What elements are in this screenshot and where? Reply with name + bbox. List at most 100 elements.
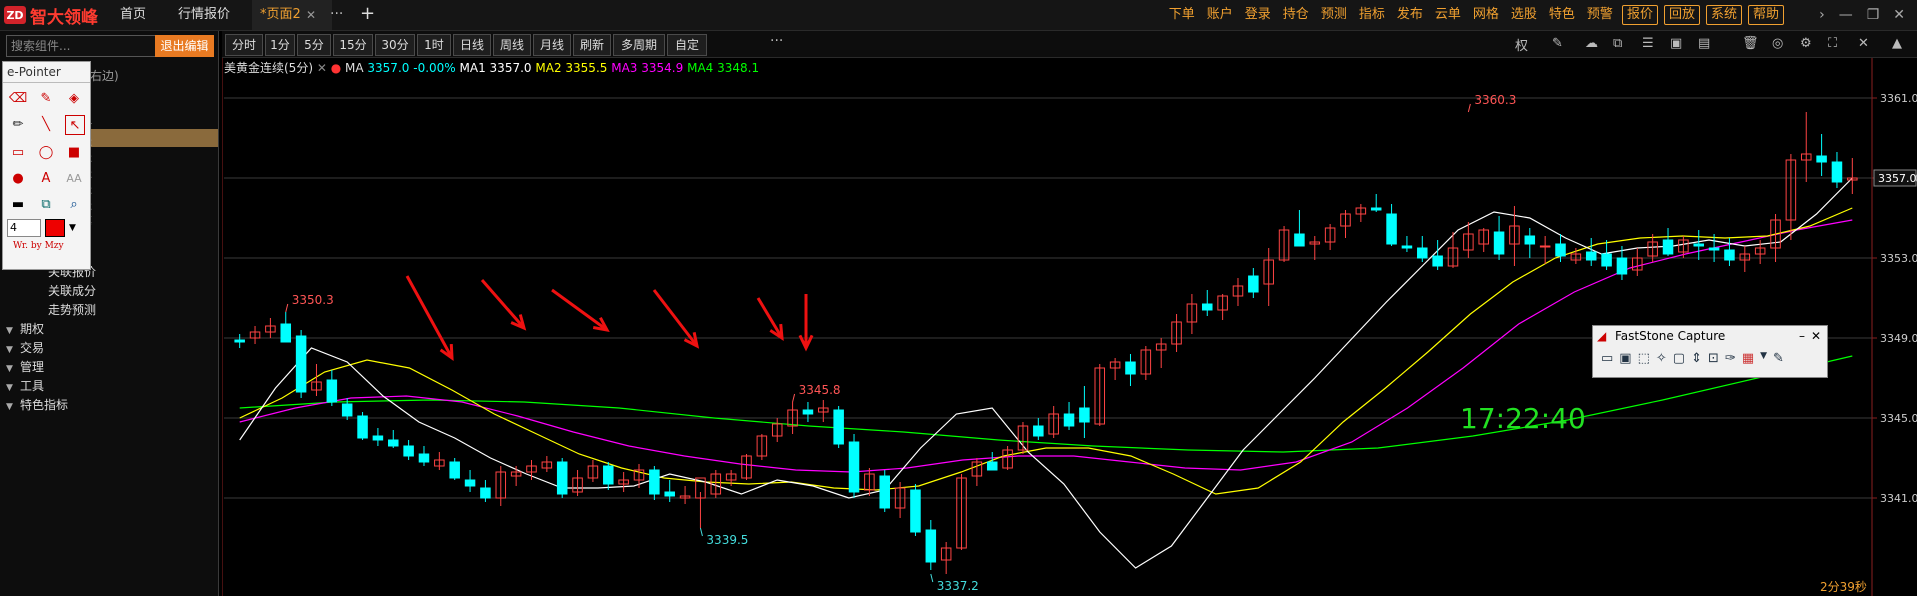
window-icon[interactable]: ▤ <box>1698 36 1710 51</box>
minimize-icon[interactable]: — <box>1839 7 1853 23</box>
gear-icon[interactable]: ⚙ <box>1800 36 1812 51</box>
capture-scroll-icon[interactable]: ⇕ <box>1691 351 1702 366</box>
menu-item[interactable]: 账户 <box>1201 0 1239 30</box>
screen-icon[interactable]: ⧉ <box>37 195 55 213</box>
exit-edit-button[interactable]: 退出编辑 <box>155 35 214 57</box>
related-item[interactable]: 关联成分 <box>48 282 96 300</box>
menu-item[interactable]: 持仓 <box>1277 0 1315 30</box>
copy-icon[interactable]: ⧉ <box>1613 36 1622 51</box>
chevron-down-icon[interactable]: ▼ <box>1760 351 1767 366</box>
line-width-select[interactable]: 4 <box>7 219 41 237</box>
period-button[interactable]: 多周期 <box>613 34 665 56</box>
chevron-down-icon[interactable]: ▼ <box>6 322 20 340</box>
menu-item-boxed[interactable]: 报价 <box>1621 5 1658 25</box>
menu-item[interactable]: 预警 <box>1581 0 1619 30</box>
rectangle-icon[interactable]: ▭ <box>9 143 27 161</box>
component-search-input[interactable]: 搜索组件... <box>6 35 160 57</box>
zoom-icon[interactable]: ⌕ <box>65 195 83 213</box>
tree-item[interactable]: ▼ 工具 <box>6 377 44 395</box>
close-tab-icon[interactable]: ✕ <box>306 8 316 22</box>
menu-item[interactable]: 预测 <box>1315 0 1353 30</box>
maximize-icon[interactable]: ❐ <box>1867 7 1880 23</box>
period-button[interactable]: 15分 <box>333 34 373 56</box>
highlighter-icon[interactable]: ▬ <box>9 195 27 213</box>
menu-item-boxed[interactable]: 帮助 <box>1747 5 1784 25</box>
settings-icon[interactable]: ✎ <box>1773 351 1784 366</box>
pen-icon[interactable]: ✏ <box>9 115 27 133</box>
period-button[interactable]: 1分 <box>265 34 295 56</box>
capture-window-icon[interactable]: ▭ <box>1601 351 1613 366</box>
output-icon[interactable]: ▦ <box>1742 351 1754 366</box>
line-icon[interactable]: ╲ <box>37 115 55 133</box>
tree-item[interactable]: ▼ 管理 <box>6 358 44 376</box>
related-item[interactable]: 走势预测 <box>48 301 96 319</box>
menu-item-boxed[interactable]: 系统 <box>1705 5 1742 25</box>
tree-item[interactable]: ▼ 期权 <box>6 320 44 338</box>
period-button[interactable]: 月线 <box>533 34 571 56</box>
faststone-title-bar[interactable]: ◢ FastStone Capture – ✕ <box>1593 326 1827 346</box>
capture-object-icon[interactable]: ▣ <box>1619 351 1631 366</box>
period-button[interactable]: 分时 <box>225 34 263 56</box>
close-legend-icon[interactable]: ✕ <box>317 61 331 75</box>
record-icon[interactable]: ⊡ <box>1708 351 1719 366</box>
tab-home[interactable]: 首页 <box>112 0 154 30</box>
app-logo[interactable]: ZD 智大领峰 <box>0 0 110 30</box>
period-button[interactable]: 1时 <box>417 34 451 56</box>
rights-button[interactable]: 权 <box>1515 35 1528 54</box>
ellipse-icon[interactable]: ◯ <box>37 143 55 161</box>
period-button[interactable]: 5分 <box>297 34 331 56</box>
font-size-icon[interactable]: AA <box>65 169 83 187</box>
menu-item[interactable]: 下单 <box>1163 0 1201 30</box>
menu-item-boxed[interactable]: 回放 <box>1663 5 1700 25</box>
menu-item[interactable]: 指标 <box>1353 0 1391 30</box>
close-pane-icon[interactable]: ✕ <box>1858 36 1869 51</box>
menu-item[interactable]: 选股 <box>1505 0 1543 30</box>
more-icon[interactable]: ··· <box>770 33 783 49</box>
save-icon[interactable]: ▣ <box>1670 36 1682 51</box>
tree-item[interactable]: ▼ 交易 <box>6 339 44 357</box>
eyedropper-icon[interactable]: ✎ <box>37 89 55 107</box>
collapse-icon[interactable]: ▲ <box>1892 36 1902 51</box>
target-icon[interactable]: ◎ <box>1772 36 1783 51</box>
filled-ellipse-icon[interactable]: ● <box>9 169 27 187</box>
eraser-icon[interactable]: ⌫ <box>9 89 27 107</box>
tree-item[interactable]: ▼ 特色指标 <box>6 396 68 414</box>
fill-icon[interactable]: ◈ <box>65 89 83 107</box>
capture-freehand-icon[interactable]: ✧ <box>1656 351 1667 366</box>
close-icon[interactable]: ✕ <box>1893 7 1905 23</box>
period-button[interactable]: 刷新 <box>573 34 611 56</box>
tab-page2[interactable]: *页面2 <box>252 0 332 30</box>
text-icon[interactable]: A <box>37 169 55 187</box>
cloud-icon[interactable]: ☁ <box>1585 36 1598 51</box>
menu-item[interactable]: 登录 <box>1239 0 1277 30</box>
settings-sliders-icon[interactable]: ☰ <box>1642 36 1654 51</box>
capture-full-icon[interactable]: ▢ <box>1673 351 1685 366</box>
arrow-tool-icon[interactable]: ↖ <box>65 115 85 135</box>
chevron-down-icon[interactable]: ▼ <box>6 341 20 359</box>
chevron-right-icon[interactable]: › <box>1819 7 1825 23</box>
period-button[interactable]: 30分 <box>375 34 415 56</box>
chevron-down-icon[interactable]: ▼ <box>6 379 20 397</box>
filled-rectangle-icon[interactable]: ■ <box>65 143 83 161</box>
minimize-icon[interactable]: – <box>1799 326 1805 346</box>
chevron-down-icon[interactable]: ▼ <box>6 360 20 378</box>
capture-region-icon[interactable]: ⬚ <box>1638 351 1650 366</box>
period-button[interactable]: 日线 <box>453 34 491 56</box>
fullscreen-icon[interactable]: ⛶ <box>1828 36 1837 51</box>
tab-quotes[interactable]: 行情报价 <box>170 0 238 30</box>
close-icon[interactable]: ✕ <box>1811 326 1821 346</box>
draw-icon[interactable]: ✎ <box>1552 36 1563 51</box>
chevron-down-icon[interactable]: ▼ <box>69 223 76 233</box>
menu-item[interactable]: 网格 <box>1467 0 1505 30</box>
eyedropper-icon[interactable]: ✑ <box>1725 351 1736 366</box>
more-tabs-icon[interactable]: ··· <box>330 6 343 22</box>
menu-item[interactable]: 特色 <box>1543 0 1581 30</box>
menu-item[interactable]: 发布 <box>1391 0 1429 30</box>
add-tab-icon[interactable]: + <box>360 3 375 24</box>
period-button[interactable]: 自定 <box>667 34 707 56</box>
menu-item[interactable]: 云单 <box>1429 0 1467 30</box>
color-swatch[interactable] <box>45 219 65 237</box>
chevron-down-icon[interactable]: ▼ <box>6 398 20 416</box>
delete-icon[interactable]: 🗑 <box>1742 36 1759 51</box>
period-button[interactable]: 周线 <box>493 34 531 56</box>
